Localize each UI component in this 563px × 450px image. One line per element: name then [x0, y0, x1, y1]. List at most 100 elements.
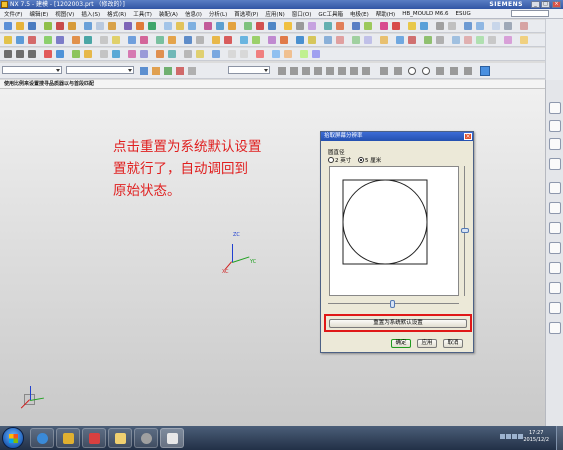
menu-assembly[interactable]: 装配(A) [159, 10, 178, 18]
taskbar-app-2[interactable] [56, 428, 80, 448]
mirror-icon[interactable] [268, 22, 276, 30]
pad-icon[interactable] [108, 22, 116, 30]
extrude-icon[interactable] [56, 22, 64, 30]
intersect-icon[interactable] [148, 22, 156, 30]
datum-csys-icon[interactable] [308, 22, 316, 30]
flag-icon[interactable] [512, 434, 517, 439]
measure-distance-icon[interactable] [324, 22, 332, 30]
radio-2-inch[interactable]: 2 英寸 [328, 156, 351, 164]
sew-icon[interactable] [168, 36, 176, 44]
quick-extend-icon[interactable] [72, 50, 80, 58]
replace-face-icon[interactable] [240, 36, 248, 44]
snap-point-icon[interactable] [140, 67, 148, 75]
menu-view[interactable]: 视图(V) [55, 10, 74, 18]
datum-plane-icon[interactable] [284, 22, 292, 30]
menu-hb-mould[interactable]: HB_MOULD M6.6 [402, 11, 448, 17]
join-curve-icon[interactable] [184, 50, 192, 58]
ellipse-snap-icon[interactable] [422, 67, 430, 75]
menu-insert[interactable]: 插入(S) [81, 10, 100, 18]
unite-icon[interactable] [124, 22, 132, 30]
through-curves-icon[interactable] [100, 36, 108, 44]
move-object-icon[interactable] [364, 22, 372, 30]
system-scene-tab-icon[interactable] [549, 302, 561, 314]
undo-icon[interactable] [228, 50, 236, 58]
revolve-icon[interactable] [68, 22, 76, 30]
arc-center-icon[interactable] [326, 67, 334, 75]
radio-5-cm[interactable]: 5 厘米 [358, 156, 381, 164]
vertical-slider[interactable] [461, 166, 469, 296]
apply-button[interactable]: 应用 [417, 339, 437, 348]
curve-line-icon[interactable] [4, 36, 12, 44]
system-materials-tab-icon[interactable] [549, 242, 561, 254]
quadrant-point-icon[interactable] [188, 67, 196, 75]
existing-point-icon[interactable] [290, 67, 298, 75]
palette-tab-icon[interactable] [549, 322, 561, 334]
datum-axis-icon[interactable] [296, 22, 304, 30]
trimetric-view-icon[interactable] [504, 36, 512, 44]
assembly-navigator-icon[interactable] [380, 36, 388, 44]
resize-blend-icon[interactable] [268, 36, 276, 44]
delete-icon[interactable] [256, 50, 264, 58]
save-icon[interactable] [28, 22, 36, 30]
line-icon[interactable] [4, 50, 12, 58]
show-icon[interactable] [284, 50, 292, 58]
menu-information[interactable]: 信息(I) [185, 10, 202, 18]
menu-tools[interactable]: 工具(T) [133, 10, 152, 18]
snap-mode-dropdown[interactable] [228, 66, 270, 74]
dialog-close-button[interactable]: × [464, 133, 472, 140]
horizontal-line-icon[interactable] [380, 67, 388, 75]
chamfer-icon[interactable] [176, 22, 184, 30]
edit-curve-icon[interactable] [156, 50, 164, 58]
circle-snap-icon[interactable] [408, 67, 416, 75]
selection-scope-dropdown[interactable] [66, 66, 134, 74]
menu-electrode[interactable]: 电极(E) [350, 10, 369, 18]
part-navigator-tab-icon[interactable] [549, 138, 561, 150]
taskbar-app-3[interactable] [82, 428, 106, 448]
fit-view-icon[interactable] [436, 22, 444, 30]
maximize-button[interactable]: □ [541, 1, 550, 8]
cube-view-icon[interactable] [436, 36, 444, 44]
part-family-icon[interactable] [408, 22, 416, 30]
intersection-curve-icon[interactable] [84, 36, 92, 44]
menu-window[interactable]: 窗口(O) [292, 10, 312, 18]
n-sided-surface-icon[interactable] [140, 36, 148, 44]
network-icon[interactable] [500, 434, 505, 439]
draft-icon[interactable] [204, 22, 212, 30]
pan-icon[interactable] [476, 22, 484, 30]
assembly-navigator-tab-icon[interactable] [549, 102, 561, 114]
menu-edit[interactable]: 编辑(E) [29, 10, 48, 18]
command-search-input[interactable] [511, 10, 549, 17]
center-point-icon[interactable] [176, 67, 184, 75]
pull-face-icon[interactable] [296, 36, 304, 44]
add-component-icon[interactable] [396, 36, 404, 44]
delete-face-icon[interactable] [252, 36, 260, 44]
fillet-sketch-icon[interactable] [44, 50, 52, 58]
end-point-icon[interactable] [152, 67, 160, 75]
synchronous-move-face-icon[interactable] [224, 36, 232, 44]
ime-icon[interactable] [518, 434, 523, 439]
wireframe-view-icon[interactable] [504, 22, 512, 30]
mid-point-icon[interactable] [164, 67, 172, 75]
electrode-icon[interactable] [380, 22, 388, 30]
cancel-button[interactable]: 取消 [443, 339, 463, 348]
section-view-icon[interactable] [520, 36, 528, 44]
web-browser-tab-icon[interactable] [549, 202, 561, 214]
linear-dimension-icon[interactable] [308, 36, 316, 44]
edit-object-display-icon[interactable] [300, 50, 308, 58]
open-folder-icon[interactable] [16, 22, 24, 30]
close-window-button[interactable]: × [552, 1, 561, 8]
quick-trim-icon[interactable] [56, 50, 64, 58]
process-studio-tab-icon[interactable] [549, 262, 561, 274]
measure-angle-icon[interactable] [336, 22, 344, 30]
constraint-icon[interactable] [84, 50, 92, 58]
hd3d-tools-tab-icon[interactable] [549, 182, 561, 194]
offset-region-icon[interactable] [280, 36, 288, 44]
part-navigator-icon[interactable] [364, 36, 372, 44]
bounded-plane-icon[interactable] [156, 36, 164, 44]
shell-icon[interactable] [188, 22, 196, 30]
menu-application[interactable]: 应用(N) [265, 10, 284, 18]
menu-preferences[interactable]: 首选项(P) [234, 10, 258, 18]
expression-icon[interactable] [352, 36, 360, 44]
hole-icon[interactable] [84, 22, 92, 30]
split-body-icon[interactable] [228, 22, 236, 30]
